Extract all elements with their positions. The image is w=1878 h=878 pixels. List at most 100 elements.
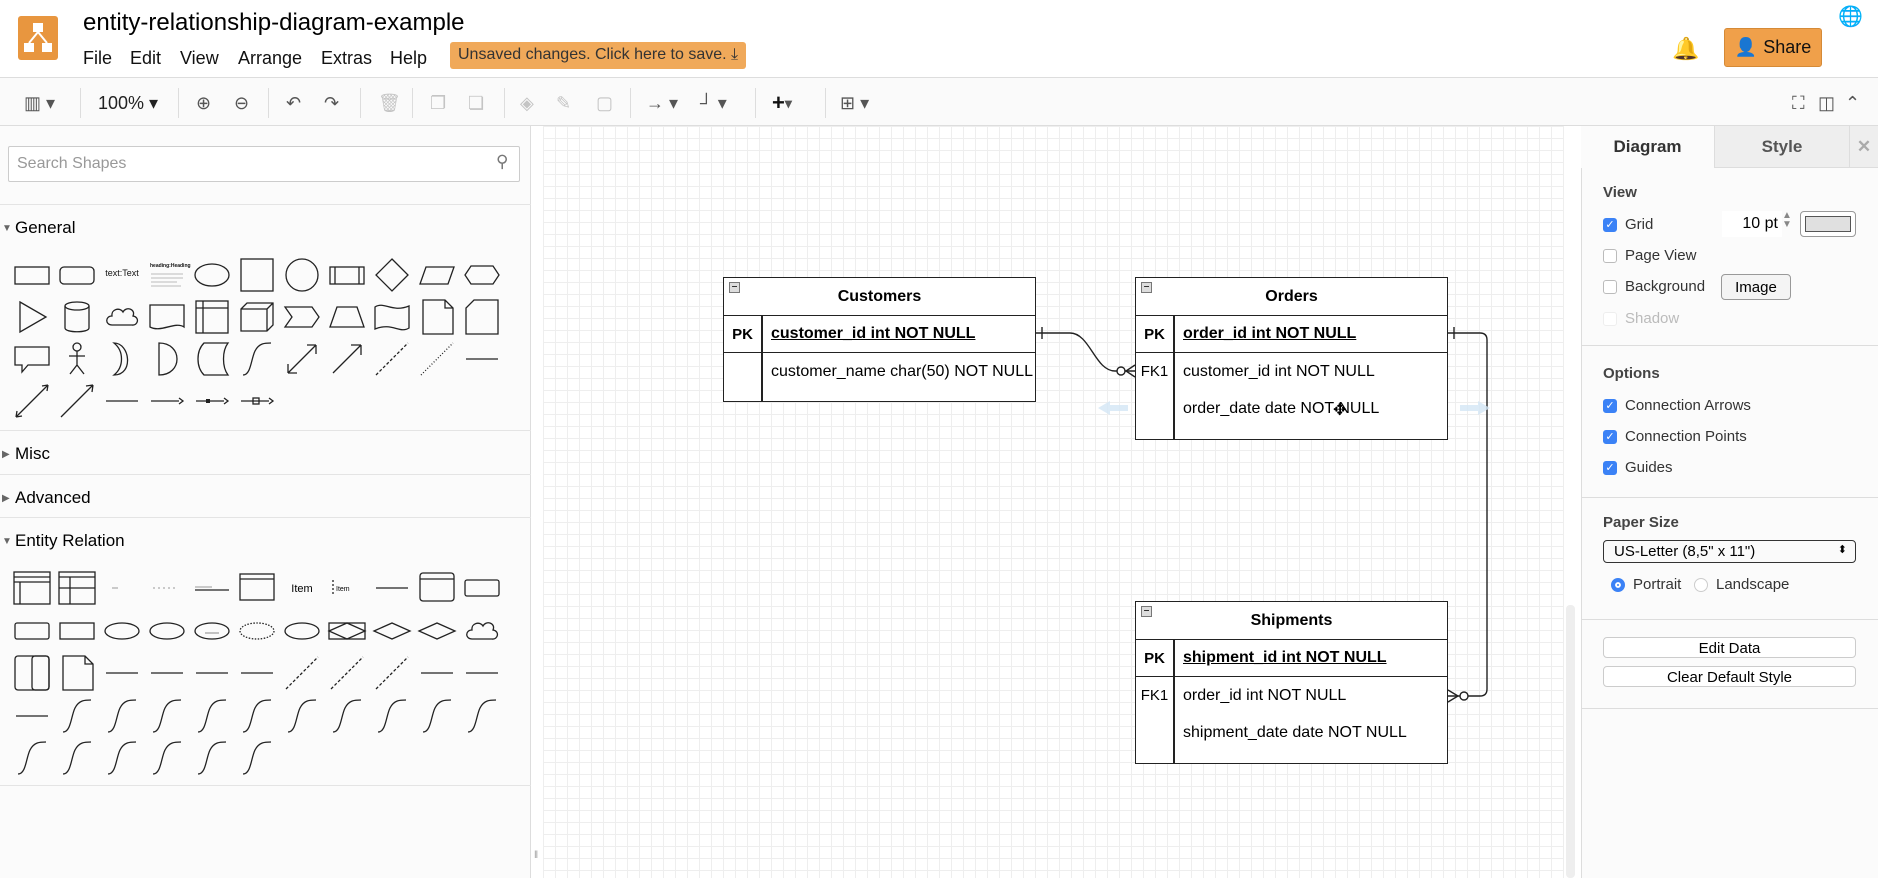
paper-size-select[interactable]: US-Letter (8,5" x 11") ⬍	[1603, 540, 1856, 563]
format-panel-toggle-icon[interactable]: ▥ ▾	[24, 90, 55, 116]
shape-line[interactable]	[192, 653, 232, 693]
entity-shipments[interactable]: – Shipments PK shipment_id int NOT NULL FK…	[1135, 601, 1448, 764]
menu-arrange[interactable]: Arrange	[238, 48, 302, 69]
table-row[interactable]: customer_name char(50) NOT NULL	[724, 353, 1035, 390]
page-view-checkbox[interactable]: Page View	[1603, 247, 1696, 264]
shape-assoc[interactable]	[327, 611, 367, 651]
shape-actor[interactable]	[57, 339, 97, 379]
shape-cloud[interactable]	[462, 611, 502, 651]
shape-diamond[interactable]	[372, 255, 412, 295]
shape-curve[interactable]	[102, 738, 142, 778]
shape-dashed[interactable]	[327, 653, 367, 693]
guides-checkbox[interactable]: ✓ Guides	[1603, 459, 1673, 476]
shape-process[interactable]	[327, 255, 367, 295]
shape-line[interactable]	[372, 568, 412, 608]
table-row[interactable]: order_date date NOT NULL	[1136, 390, 1447, 427]
shape-card[interactable]	[462, 297, 502, 337]
shape-attribute-dash[interactable]	[237, 611, 277, 651]
shape-heading[interactable]: heading:Heading	[147, 255, 191, 295]
tab-diagram[interactable]: Diagram	[1581, 126, 1714, 168]
shape-attribute-u[interactable]	[192, 611, 232, 651]
zoom-dropdown[interactable]: 100% ▾	[98, 90, 158, 116]
shape-dashed[interactable]	[282, 653, 322, 693]
zoom-in-icon[interactable]: ⊕	[196, 90, 211, 116]
shape-step[interactable]	[282, 297, 322, 337]
shape-curve[interactable]	[102, 696, 142, 736]
fullscreen-icon[interactable]: ⛶	[1792, 90, 1805, 116]
section-entity-relation[interactable]: ▼ Entity Relation	[0, 517, 531, 561]
shape-curve[interactable]	[417, 696, 457, 736]
shape-internal-storage[interactable]	[192, 297, 232, 337]
shape-trapezoid[interactable]	[327, 297, 367, 337]
shape-bidir-line[interactable]	[12, 381, 52, 421]
shape-curve[interactable]	[57, 738, 97, 778]
shape-attribute[interactable]	[147, 611, 187, 651]
collapse-icon[interactable]: –	[1141, 282, 1152, 293]
to-back-icon[interactable]: ❏	[468, 90, 484, 116]
portrait-radio[interactable]: Portrait	[1611, 576, 1681, 593]
grid-color-button[interactable]	[1800, 211, 1856, 237]
shape-pkline[interactable]	[192, 568, 232, 608]
shape-dir-line[interactable]	[57, 381, 97, 421]
format-panel-icon[interactable]: ◫	[1818, 90, 1835, 116]
table-row[interactable]: FK1 order_id int NOT NULL	[1136, 677, 1447, 714]
entity-customers[interactable]: – Customers PK customer_id int NOT NULL cu…	[723, 277, 1036, 402]
shape-hexagon[interactable]	[462, 255, 502, 295]
menu-extras[interactable]: Extras	[321, 48, 372, 69]
clear-default-style-button[interactable]: Clear Default Style	[1603, 666, 1856, 687]
shape-document[interactable]	[147, 297, 187, 337]
collapse-icon[interactable]: –	[1141, 606, 1152, 617]
shape-relationship[interactable]	[372, 611, 412, 651]
shape-parallelogram[interactable]	[417, 255, 457, 295]
shape-data-storage[interactable]	[192, 339, 232, 379]
shape-curve[interactable]	[237, 738, 277, 778]
section-advanced[interactable]: ▶ Advanced	[0, 474, 531, 518]
shape-two-label-conn[interactable]	[192, 381, 232, 421]
shape-item2[interactable]: Item	[327, 568, 367, 608]
shape-line[interactable]	[462, 339, 502, 379]
delete-icon[interactable]: 🗑	[378, 90, 401, 116]
shape-dir-conn[interactable]	[147, 381, 187, 421]
shape-curve[interactable]	[192, 738, 232, 778]
language-globe-icon[interactable]: 🌐	[1838, 4, 1863, 29]
shape-thick[interactable]	[417, 653, 457, 693]
shape-ellipse[interactable]	[192, 255, 232, 295]
fill-color-icon[interactable]: ◈	[520, 90, 534, 116]
to-front-icon[interactable]: ❐	[430, 90, 446, 116]
shape-line[interactable]	[237, 653, 277, 693]
shape-rounded[interactable]	[57, 255, 97, 295]
zoom-out-icon[interactable]: ⊖	[234, 90, 249, 116]
shape-entity-list[interactable]	[417, 568, 457, 608]
shape-curve[interactable]	[282, 696, 322, 736]
insert-plus-icon[interactable]: + ▾	[772, 90, 792, 116]
shadow-icon[interactable]: ▢	[596, 90, 613, 116]
undo-icon[interactable]: ↶	[286, 90, 301, 116]
shape-row[interactable]	[102, 568, 142, 608]
background-checkbox[interactable]: Background	[1603, 278, 1705, 295]
table-row[interactable]: FK1 customer_id int NOT NULL	[1136, 353, 1447, 390]
table-row[interactable]: PK order_id int NOT NULL	[1136, 316, 1447, 353]
shape-curve[interactable]	[237, 339, 277, 379]
background-image-button[interactable]: Image	[1721, 274, 1791, 300]
shape-curve[interactable]	[192, 696, 232, 736]
edit-data-button[interactable]: Edit Data	[1603, 637, 1856, 658]
shape-callout[interactable]	[12, 339, 52, 379]
shape-and[interactable]	[147, 339, 187, 379]
shape-line[interactable]	[147, 653, 187, 693]
menu-help[interactable]: Help	[390, 48, 427, 69]
close-panel-icon[interactable]: ✕	[1849, 126, 1878, 168]
shape-curve[interactable]	[12, 738, 52, 778]
search-shapes-input[interactable]: Search Shapes	[8, 146, 520, 182]
shape-attribute[interactable]	[102, 611, 142, 651]
menu-view[interactable]: View	[180, 48, 219, 69]
shape-cloud[interactable]	[102, 297, 142, 337]
shape-cube[interactable]	[237, 297, 277, 337]
landscape-radio[interactable]: Landscape	[1694, 576, 1789, 593]
entity-orders[interactable]: – Orders PK order_id int NOT NULL FK1 custo…	[1135, 277, 1448, 440]
collapse-icon[interactable]: –	[729, 282, 740, 293]
grid-size-input[interactable]: 10 pt	[1722, 211, 1782, 237]
search-icon[interactable]: ⚲	[496, 152, 508, 172]
waypoints-icon[interactable]: ┘ ▾	[700, 90, 727, 116]
shape-curve[interactable]	[147, 738, 187, 778]
shape-or[interactable]	[102, 339, 142, 379]
